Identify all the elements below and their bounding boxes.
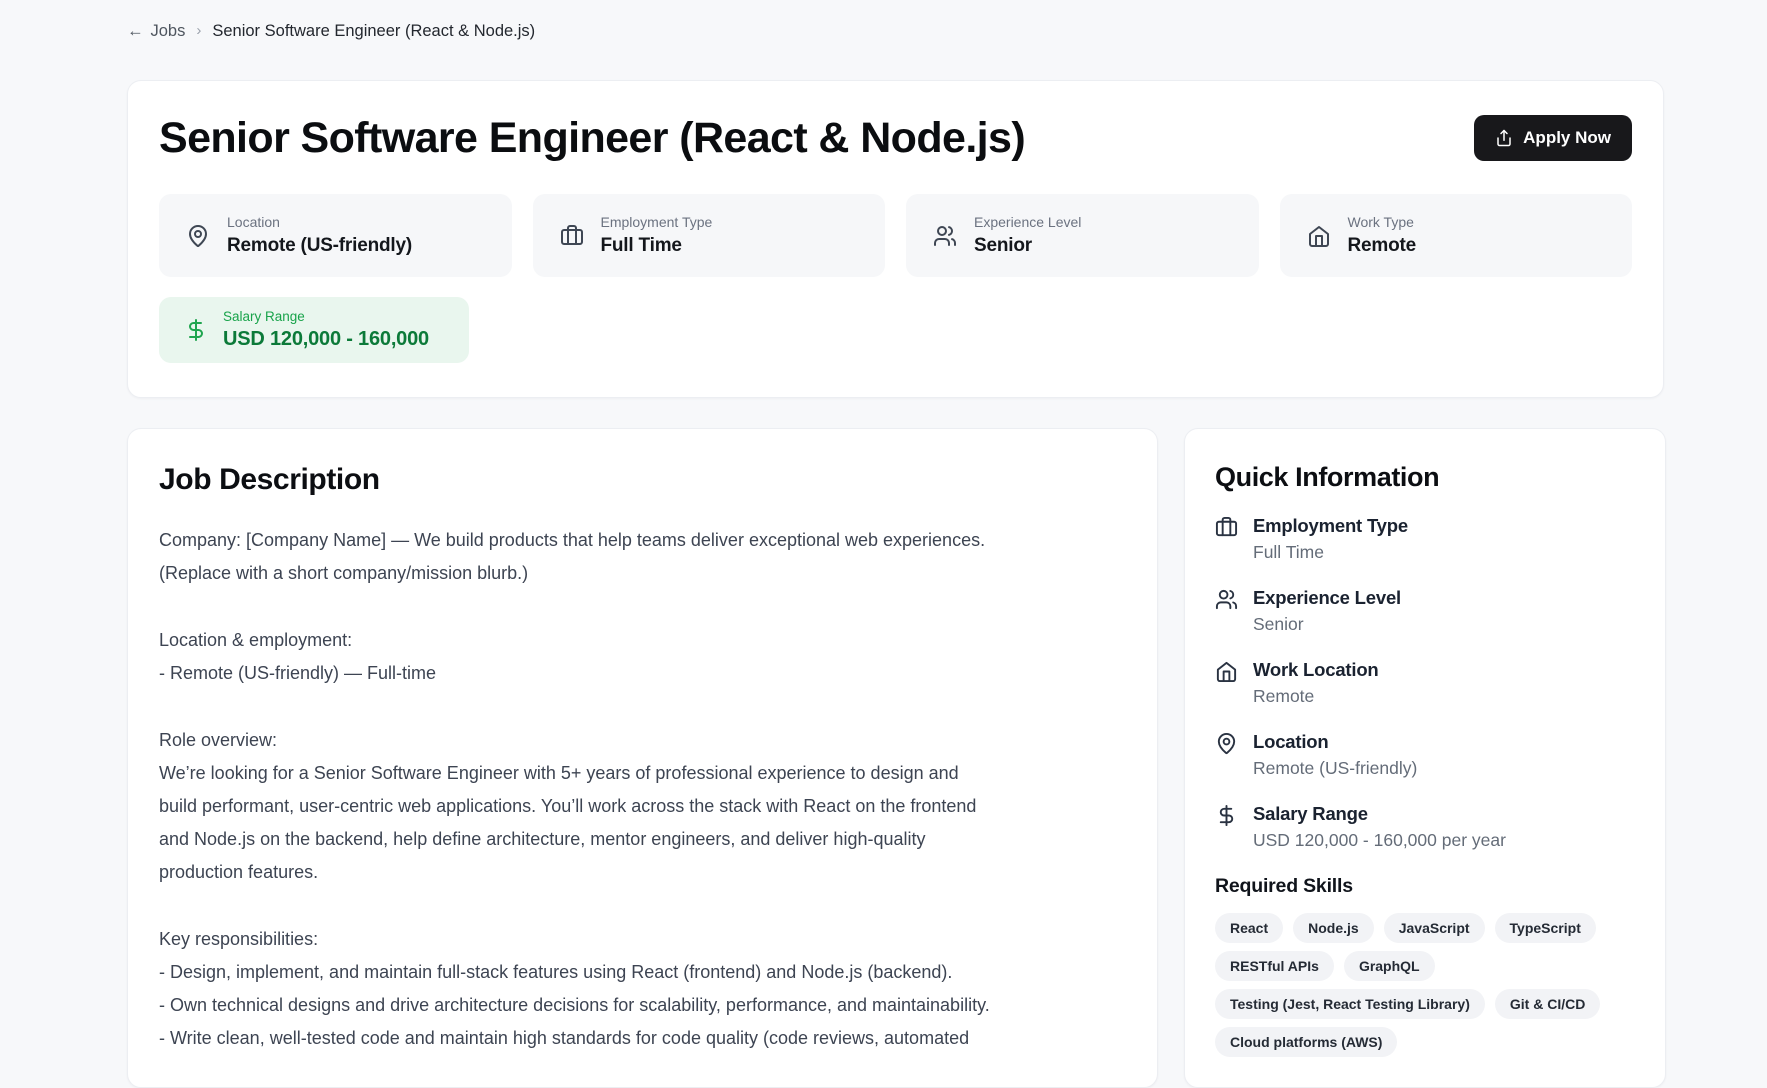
quick-info-value: USD 120,000 - 160,000 per year — [1253, 830, 1506, 851]
breadcrumb-back-label: Jobs — [151, 22, 186, 41]
skill-chip: Git & CI/CD — [1495, 989, 1600, 1019]
quick-info-value: Remote — [1253, 686, 1379, 707]
home-icon — [1307, 224, 1331, 248]
quick-info-value: Remote (US-friendly) — [1253, 758, 1417, 779]
job-description-card: Job Description Company: [Company Name] … — [127, 428, 1158, 1088]
meta-value: Remote (US-friendly) — [227, 235, 412, 257]
skill-chip: GraphQL — [1344, 951, 1435, 981]
home-icon — [1215, 659, 1238, 683]
skill-chip: JavaScript — [1384, 913, 1485, 943]
dollar-sign-icon — [184, 318, 208, 342]
users-icon — [1215, 587, 1238, 611]
skill-chip: Node.js — [1293, 913, 1374, 943]
quick-info-label: Experience Level — [1253, 587, 1401, 609]
meta-label: Employment Type — [601, 214, 713, 230]
quick-info-label: Location — [1253, 731, 1417, 753]
skill-chip: TypeScript — [1495, 913, 1596, 943]
meta-card-location: Location Remote (US-friendly) — [159, 194, 512, 277]
skill-chip: Cloud platforms (AWS) — [1215, 1027, 1397, 1057]
apply-now-button[interactable]: Apply Now — [1474, 115, 1632, 161]
upload-icon — [1495, 129, 1513, 147]
briefcase-icon — [560, 224, 584, 248]
arrow-left-icon: ← — [127, 22, 144, 41]
quick-info-label: Salary Range — [1253, 803, 1506, 825]
job-description-paragraph: Location & employment: - Remote (US-frie… — [159, 624, 1126, 690]
quick-info-value: Senior — [1253, 614, 1401, 635]
job-description-paragraph: Company: [Company Name] — We build produ… — [159, 524, 1126, 590]
meta-label: Experience Level — [974, 214, 1081, 230]
quick-info-value: Full Time — [1253, 542, 1408, 563]
job-meta-cards: Location Remote (US-friendly) Employment… — [159, 194, 1632, 277]
skill-chip: Testing (Jest, React Testing Library) — [1215, 989, 1485, 1019]
quick-info-location: Location Remote (US-friendly) — [1215, 731, 1635, 779]
job-description-paragraph: Key responsibilities: - Design, implemen… — [159, 923, 1126, 1055]
meta-value: Full Time — [601, 235, 713, 257]
map-pin-icon — [186, 224, 210, 248]
quick-info-salary-range: Salary Range USD 120,000 - 160,000 per y… — [1215, 803, 1635, 851]
users-icon — [933, 224, 957, 248]
meta-value: Senior — [974, 235, 1081, 257]
breadcrumb-current: Senior Software Engineer (React & Node.j… — [212, 22, 535, 41]
quick-info-employment-type: Employment Type Full Time — [1215, 515, 1635, 563]
dollar-sign-icon — [1215, 803, 1238, 827]
meta-card-employment-type: Employment Type Full Time — [533, 194, 886, 277]
job-header-card: Senior Software Engineer (React & Node.j… — [127, 80, 1664, 398]
map-pin-icon — [1215, 731, 1238, 755]
meta-value: Remote — [1348, 235, 1416, 257]
required-skills-list: React Node.js JavaScript TypeScript REST… — [1215, 913, 1635, 1057]
skill-chip: RESTful APIs — [1215, 951, 1334, 981]
quick-information-title: Quick Information — [1215, 462, 1635, 493]
job-description-paragraph: Role overview: We’re looking for a Senio… — [159, 724, 1126, 889]
briefcase-icon — [1215, 515, 1238, 539]
quick-info-experience-level: Experience Level Senior — [1215, 587, 1635, 635]
salary-value: USD 120,000 - 160,000 — [223, 328, 429, 351]
meta-label: Location — [227, 214, 412, 230]
meta-label: Work Type — [1348, 214, 1416, 230]
breadcrumb: ← Jobs › Senior Software Engineer (React… — [127, 22, 535, 41]
meta-card-work-type: Work Type Remote — [1280, 194, 1633, 277]
job-description-title: Job Description — [159, 463, 1126, 497]
breadcrumb-back-link[interactable]: ← Jobs — [127, 22, 185, 41]
meta-card-experience-level: Experience Level Senior — [906, 194, 1259, 277]
quick-info-work-location: Work Location Remote — [1215, 659, 1635, 707]
quick-info-label: Employment Type — [1253, 515, 1408, 537]
salary-label: Salary Range — [223, 309, 429, 324]
quick-info-label: Work Location — [1253, 659, 1379, 681]
skill-chip: React — [1215, 913, 1283, 943]
apply-now-label: Apply Now — [1523, 128, 1611, 148]
quick-information-card: Quick Information Employment Type Full T… — [1184, 428, 1666, 1088]
salary-range-card: Salary Range USD 120,000 - 160,000 — [159, 297, 469, 363]
page-title: Senior Software Engineer (React & Node.j… — [159, 115, 1025, 162]
chevron-right-icon: › — [196, 22, 201, 39]
required-skills-title: Required Skills — [1215, 875, 1635, 898]
